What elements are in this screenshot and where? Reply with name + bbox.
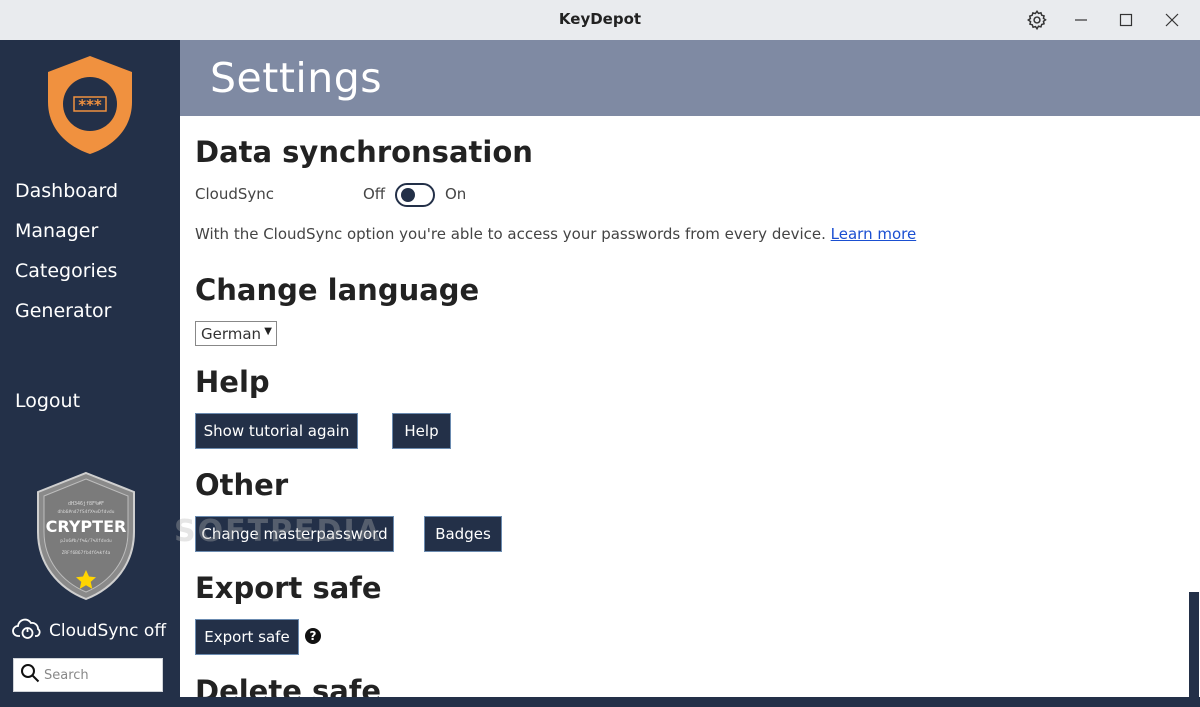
scrollbar-thumb[interactable] <box>1189 116 1199 592</box>
language-select[interactable]: German ▼ <box>195 321 277 346</box>
settings-content: Data synchronsation CloudSync Off On Wit… <box>180 116 1188 697</box>
sidebar-item-manager[interactable]: Manager <box>15 220 98 242</box>
cloudsync-label: CloudSync <box>195 185 274 203</box>
search-icon <box>20 663 40 687</box>
page-header: Settings <box>180 40 1200 116</box>
page-title: Settings <box>210 54 383 102</box>
help-circle-icon[interactable]: ? <box>305 628 321 644</box>
dropdown-arrow-icon: ▼ <box>264 326 272 337</box>
sidebar-item-generator[interactable]: Generator <box>15 300 111 322</box>
sidebar-item-dashboard[interactable]: Dashboard <box>15 180 118 202</box>
search-input[interactable] <box>44 667 154 683</box>
minimize-icon[interactable] <box>1066 6 1096 34</box>
logo-text: *** <box>78 96 102 114</box>
badges-button[interactable]: Badges <box>424 516 502 552</box>
crypter-line-1: dH346jf8F%#F <box>68 501 104 507</box>
section-title-help: Help <box>195 365 270 399</box>
sidebar: *** Dashboard Manager Categories Generat… <box>0 40 180 707</box>
section-title-delete: Delete safe <box>195 674 382 697</box>
crypter-line-4: ZRFf6B67fb4f6%kf4a <box>62 550 111 556</box>
crypter-line-2: dhb6#nd7fS4fX%vDfdvdu <box>58 509 115 515</box>
window-title: KeyDepot <box>558 10 642 28</box>
cloudsync-description-text: With the CloudSync option you're able to… <box>195 225 826 243</box>
cloudsync-toggle[interactable] <box>395 183 435 207</box>
title-bar: KeyDepot <box>0 0 1200 40</box>
cloudsync-status-label: CloudSync off <box>49 621 167 641</box>
section-title-export: Export safe <box>195 571 382 605</box>
logout-button[interactable]: Logout <box>15 390 80 412</box>
show-tutorial-button[interactable]: Show tutorial again <box>195 413 358 449</box>
cloudsync-status[interactable]: CloudSync off <box>12 618 166 644</box>
toggle-on-label: On <box>445 185 467 203</box>
section-title-other: Other <box>195 468 289 502</box>
learn-more-link[interactable]: Learn more <box>831 225 917 243</box>
crypter-line-3: pJo6#b/f%&/7%Xfdvdu <box>60 538 112 544</box>
scrollbar-track <box>1189 592 1199 697</box>
close-icon[interactable] <box>1157 6 1187 34</box>
toggle-off-label: Off <box>363 185 386 203</box>
language-select-value: German <box>201 324 262 343</box>
crypter-title: CRYPTER <box>46 517 127 536</box>
watermark: SOFTPEDIA <box>174 514 382 549</box>
scrollbar[interactable] <box>1188 116 1200 697</box>
shield-password-icon: *** <box>46 54 134 156</box>
bottom-strip <box>180 697 1200 707</box>
gear-icon[interactable] <box>1022 6 1052 34</box>
help-button[interactable]: Help <box>392 413 451 449</box>
section-title-language: Change language <box>195 273 480 307</box>
sidebar-item-categories[interactable]: Categories <box>15 260 117 282</box>
cloud-icon <box>12 616 44 647</box>
toggle-knob <box>401 188 415 202</box>
cloudsync-description: With the CloudSync option you're able to… <box>195 225 916 243</box>
crypter-badge-icon[interactable]: dH346jf8F%#F dhb6#nd7fS4fX%vDfdvdu CRYPT… <box>34 470 138 602</box>
section-title-sync: Data synchronsation <box>195 135 533 169</box>
search-field[interactable] <box>13 658 163 692</box>
export-safe-button[interactable]: Export safe <box>195 619 299 655</box>
maximize-icon[interactable] <box>1111 6 1141 34</box>
